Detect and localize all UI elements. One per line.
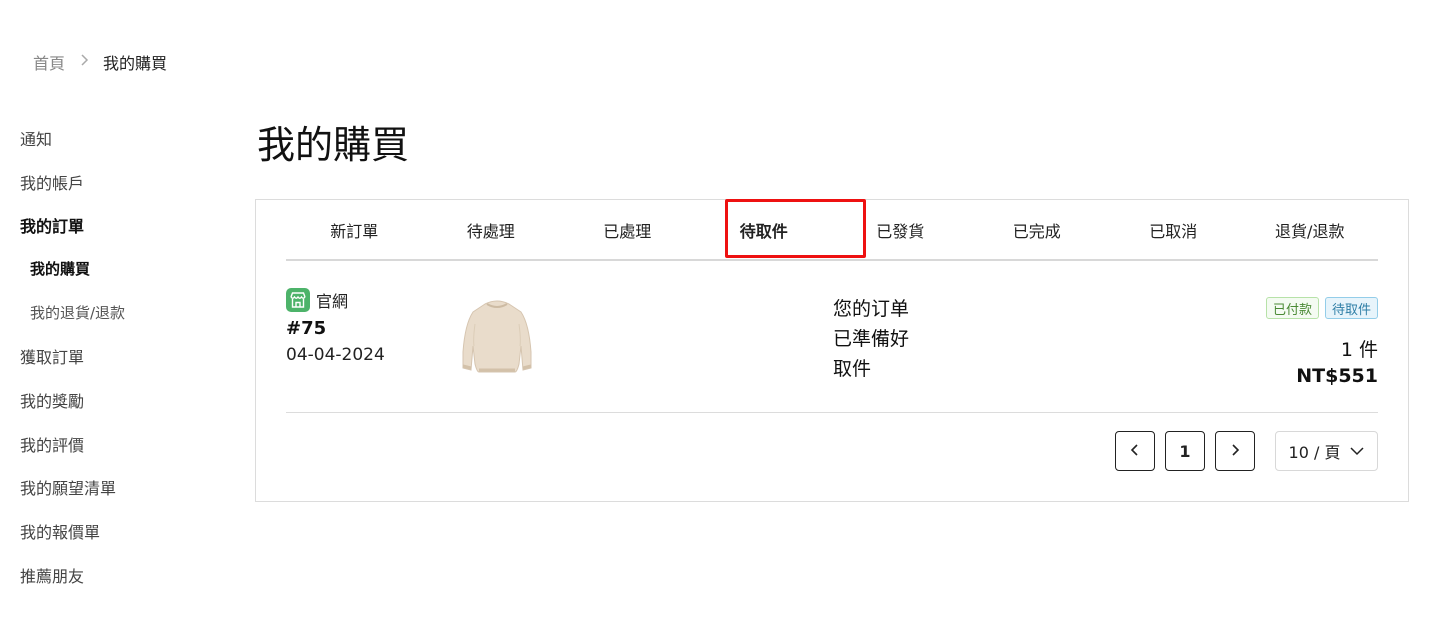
- page-size-value: 10 / 頁: [1288, 443, 1341, 462]
- chevron-down-icon: [1350, 446, 1364, 456]
- orders-panel: 新訂單 待處理 已處理 待取件 已發貨 已完成 已取消 退貨/退款 官網 #75…: [255, 199, 1409, 502]
- breadcrumb-home-link[interactable]: 首頁: [33, 50, 65, 74]
- prev-page-button[interactable]: [1115, 431, 1155, 471]
- order-status-message: 您的订单 已準備好 取件: [833, 294, 909, 384]
- sidebar: 通知 我的帳戶 我的訂單 我的購買 我的退貨/退款 獲取訂單 我的獎勵 我的評價…: [20, 116, 220, 597]
- sidebar-item-my-rewards[interactable]: 我的獎勵: [20, 378, 220, 422]
- breadcrumb: 首頁 我的購買: [33, 50, 167, 74]
- status-line: 您的订单: [833, 298, 910, 320]
- page-title: 我的購買: [257, 123, 410, 167]
- tab-cancelled[interactable]: 已取消: [1105, 200, 1242, 259]
- tab-new-orders[interactable]: 新訂單: [286, 200, 423, 259]
- sidebar-item-my-reviews[interactable]: 我的評價: [20, 422, 220, 466]
- pagination: 1 10 / 頁: [1115, 431, 1378, 471]
- status-line: 取件: [833, 358, 872, 380]
- tab-completed[interactable]: 已完成: [969, 200, 1106, 259]
- sidebar-item-refer-friends[interactable]: 推薦朋友: [20, 553, 220, 597]
- order-date: 04-04-2024: [286, 345, 385, 365]
- sidebar-item-my-purchases[interactable]: 我的購買: [20, 247, 220, 291]
- page-number-button[interactable]: 1: [1165, 431, 1205, 471]
- sidebar-item-my-wishlist[interactable]: 我的願望清單: [20, 466, 220, 510]
- tab-awaiting-pickup[interactable]: 待取件: [696, 200, 833, 259]
- page-size-select[interactable]: 10 / 頁: [1275, 431, 1378, 471]
- chevron-left-icon: [1130, 442, 1140, 461]
- order-quantity: 1 件: [1340, 339, 1378, 361]
- pickup-badge: 待取件: [1324, 297, 1378, 319]
- sidebar-item-my-orders[interactable]: 我的訂單: [20, 203, 220, 247]
- sidebar-item-my-account[interactable]: 我的帳戶: [20, 160, 220, 204]
- breadcrumb-current: 我的購買: [103, 54, 168, 73]
- chevron-right-icon: [1230, 442, 1240, 461]
- tab-pending[interactable]: 待處理: [423, 200, 560, 259]
- tab-processed[interactable]: 已處理: [559, 200, 696, 259]
- status-line: 已準備好: [833, 328, 910, 350]
- sidebar-item-my-returns[interactable]: 我的退貨/退款: [20, 291, 220, 335]
- sidebar-item-claim-order[interactable]: 獲取訂單: [20, 334, 220, 378]
- order-badges: 已付款 待取件: [1265, 297, 1378, 319]
- store-icon: [286, 288, 310, 312]
- next-page-button[interactable]: [1215, 431, 1255, 471]
- tab-shipped[interactable]: 已發貨: [832, 200, 969, 259]
- order-number: #75: [286, 318, 327, 339]
- paid-badge: 已付款: [1265, 297, 1319, 319]
- order-row[interactable]: 官網 #75 04-04-2024 您的订单 已準備好 取件 已付款 待取件 1…: [286, 288, 1378, 413]
- product-image[interactable]: [459, 294, 535, 376]
- sidebar-item-notifications[interactable]: 通知: [20, 116, 220, 160]
- order-store: 官網: [286, 288, 1378, 312]
- tab-returns-refunds[interactable]: 退貨/退款: [1242, 200, 1379, 259]
- sidebar-item-my-quotes[interactable]: 我的報價單: [20, 509, 220, 553]
- store-name: 官網: [316, 292, 349, 311]
- order-price: NT$551: [1296, 365, 1378, 387]
- order-status-tabs: 新訂單 待處理 已處理 待取件 已發貨 已完成 已取消 退貨/退款: [286, 199, 1379, 261]
- chevron-right-icon: [81, 54, 89, 70]
